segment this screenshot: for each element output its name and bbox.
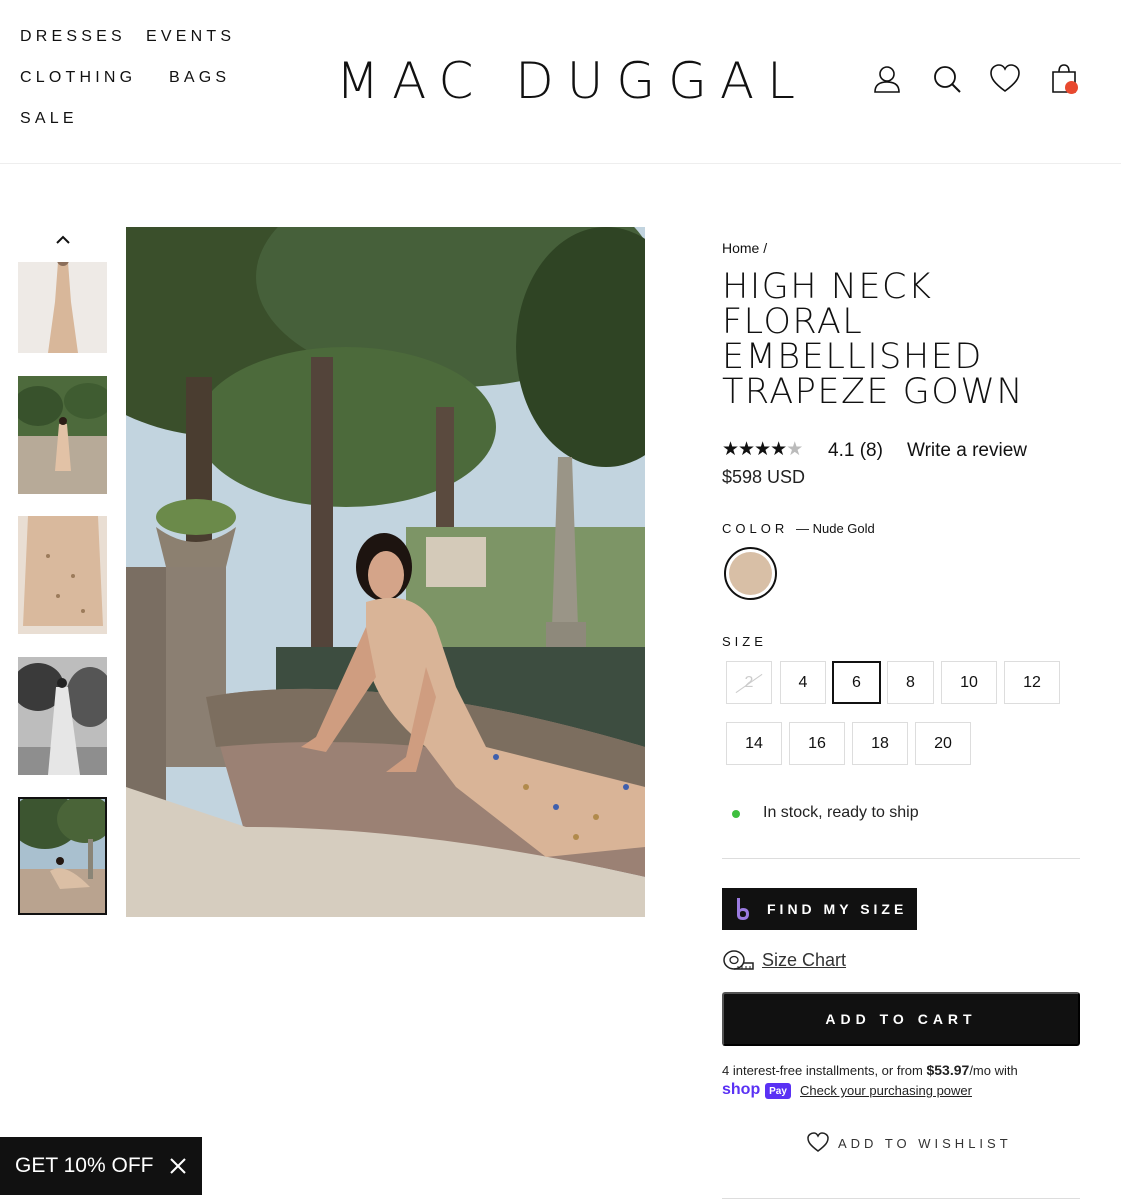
site-header: DRESSES EVENTS CLOTHING BAGS SALE MAC DU… bbox=[0, 0, 1121, 164]
star-icon: ★ bbox=[754, 439, 771, 460]
size-option-6[interactable]: 6 bbox=[832, 661, 881, 704]
size-option-14[interactable]: 14 bbox=[726, 722, 782, 765]
swatch-fill bbox=[729, 552, 772, 595]
write-review-link[interactable]: Write a review bbox=[907, 440, 1027, 462]
find-my-size-label: FIND MY SIZE bbox=[767, 901, 908, 917]
installments-prefix: 4 interest-free installments, or from bbox=[722, 1063, 923, 1078]
thumbnail-2[interactable] bbox=[18, 376, 107, 494]
color-value: — Nude Gold bbox=[796, 521, 875, 536]
thumbnail-1[interactable] bbox=[18, 262, 107, 353]
size-option-18[interactable]: 18 bbox=[852, 722, 908, 765]
star-icon: ★ bbox=[770, 439, 787, 460]
size-option-label: 14 bbox=[745, 734, 763, 752]
installments-suffix: /mo with bbox=[969, 1063, 1018, 1078]
product-main-image[interactable] bbox=[126, 227, 645, 917]
size-label: SIZE bbox=[722, 634, 767, 649]
divider bbox=[722, 858, 1080, 859]
breadcrumb: Home / bbox=[722, 240, 767, 256]
stock-status: In stock, ready to ship bbox=[763, 804, 919, 821]
size-option-label: 18 bbox=[871, 734, 889, 752]
size-option-10[interactable]: 10 bbox=[941, 661, 997, 704]
size-option-label: 12 bbox=[1023, 673, 1041, 691]
rating-stars[interactable]: ★★★★★ bbox=[722, 438, 803, 461]
divider bbox=[722, 1198, 1080, 1199]
breadcrumb-separator: / bbox=[763, 240, 768, 256]
add-to-wishlist-label: ADD TO WISHLIST bbox=[838, 1136, 1012, 1151]
size-option-label: 6 bbox=[852, 673, 861, 691]
rating-summary[interactable]: 4.1 (8) bbox=[828, 440, 883, 462]
size-option-8[interactable]: 8 bbox=[887, 661, 934, 704]
installments-text: 4 interest-free installments, or from $5… bbox=[722, 1062, 1018, 1078]
size-option-label: 8 bbox=[906, 673, 915, 691]
shop-pay-logo: shop bbox=[722, 1081, 761, 1098]
color-label: COLOR bbox=[722, 521, 789, 536]
product-title: HIGH NECK FLORAL EMBELLISHED TRAPEZE GOW… bbox=[722, 267, 1025, 412]
nav-clothing[interactable]: CLOTHING bbox=[20, 69, 136, 87]
heart-icon[interactable] bbox=[988, 62, 1022, 96]
find-my-size-button[interactable]: FIND MY SIZE bbox=[722, 888, 917, 930]
add-to-cart-button[interactable]: ADD TO CART bbox=[722, 992, 1080, 1046]
size-option-20[interactable]: 20 bbox=[915, 722, 971, 765]
star-empty-icon: ★ bbox=[786, 439, 803, 460]
nav-sale[interactable]: SALE bbox=[20, 110, 78, 128]
nav-events[interactable]: EVENTS bbox=[146, 28, 235, 46]
size-option-12[interactable]: 12 bbox=[1004, 661, 1060, 704]
heart-outline-icon bbox=[807, 1132, 829, 1152]
size-option-label: 10 bbox=[960, 673, 978, 691]
search-icon[interactable] bbox=[930, 62, 964, 96]
star-icon: ★ bbox=[722, 439, 739, 460]
cart-badge bbox=[1065, 81, 1078, 94]
nav-dresses[interactable]: DRESSES bbox=[20, 28, 126, 46]
size-option-label: 4 bbox=[798, 673, 808, 691]
thumbnail-5[interactable] bbox=[18, 797, 107, 915]
user-icon[interactable] bbox=[870, 62, 904, 96]
color-swatch-nude-gold[interactable] bbox=[724, 547, 777, 600]
shop-pay-badge: Pay bbox=[765, 1083, 791, 1099]
size-option-label: 20 bbox=[934, 734, 952, 752]
measuring-tape-icon bbox=[723, 950, 754, 970]
promo-banner[interactable]: GET 10% OFF bbox=[0, 1137, 202, 1195]
find-my-size-logo-icon bbox=[737, 898, 749, 920]
close-icon[interactable] bbox=[168, 1156, 188, 1176]
size-chart-link[interactable]: Size Chart bbox=[762, 950, 846, 971]
size-option-16[interactable]: 16 bbox=[789, 722, 845, 765]
star-icon: ★ bbox=[738, 439, 755, 460]
stock-indicator-icon bbox=[728, 806, 744, 822]
promo-text: GET 10% OFF bbox=[15, 1154, 154, 1177]
nav-bags[interactable]: BAGS bbox=[169, 69, 230, 87]
purchasing-power-link[interactable]: Check your purchasing power bbox=[800, 1083, 972, 1098]
size-option-2[interactable]: 2 bbox=[726, 661, 772, 704]
brand-logo[interactable]: MAC DUGGAL bbox=[336, 52, 795, 110]
thumbnail-3[interactable] bbox=[18, 516, 107, 634]
product-price: $598 USD bbox=[722, 467, 806, 487]
installments-amount: $53.97 bbox=[926, 1062, 970, 1078]
breadcrumb-home[interactable]: Home bbox=[722, 240, 759, 256]
size-option-label: 16 bbox=[808, 734, 826, 752]
size-option-4[interactable]: 4 bbox=[780, 661, 826, 704]
chevron-up-icon[interactable] bbox=[52, 230, 74, 250]
thumbnail-4[interactable] bbox=[18, 657, 107, 775]
